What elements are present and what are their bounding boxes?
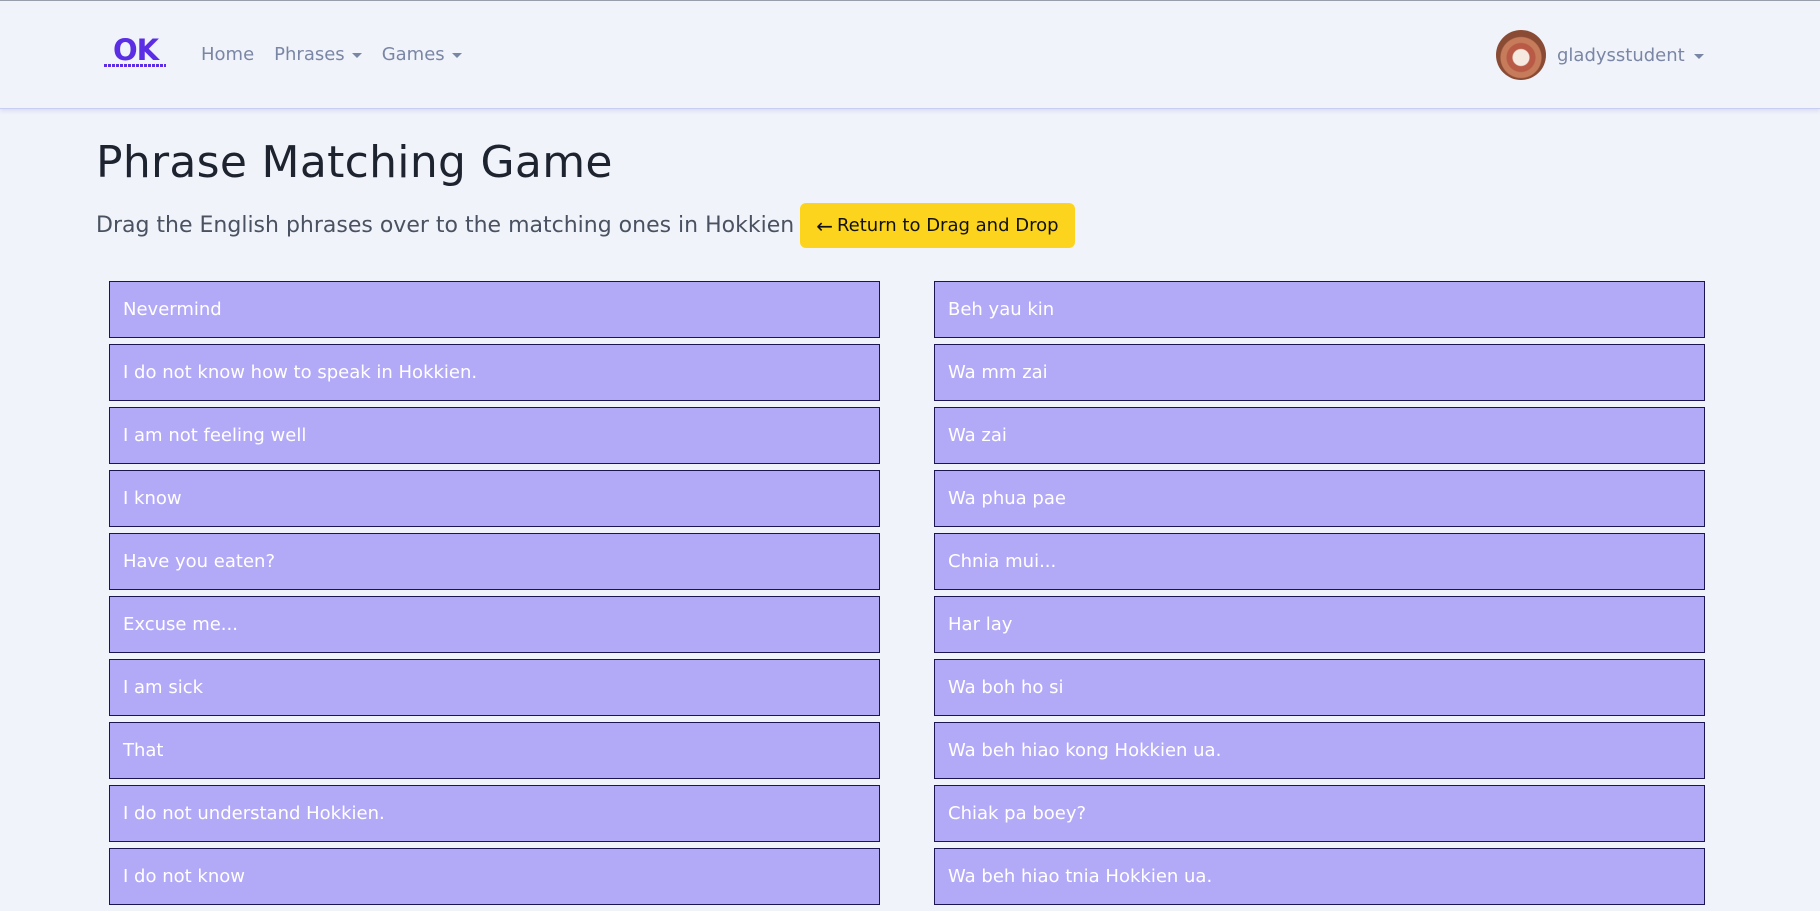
user-menu[interactable]: gladysstudent — [1496, 30, 1704, 80]
hokkien-phrase-card[interactable]: Chiak pa boey? — [934, 785, 1705, 842]
chevron-down-icon — [451, 52, 462, 58]
english-phrase-card[interactable]: I know — [109, 470, 880, 527]
phrase-text: Chnia mui... — [948, 551, 1057, 572]
username-label: gladysstudent — [1557, 44, 1685, 66]
phrase-text: Nevermind — [123, 299, 222, 320]
return-to-drag-drop-button[interactable]: ← Return to Drag and Drop — [800, 203, 1075, 248]
hokkien-phrase-card[interactable]: Wa zai — [934, 407, 1705, 464]
hokkien-phrase-card[interactable]: Wa beh hiao tnia Hokkien ua. — [934, 848, 1705, 905]
page-subtitle: Drag the English phrases over to the mat… — [96, 213, 795, 238]
chevron-down-icon — [1693, 53, 1704, 59]
logo[interactable]: OK — [104, 33, 166, 71]
hokkien-phrase-card[interactable]: Wa phua pae — [934, 470, 1705, 527]
subtitle-row: Drag the English phrases over to the mat… — [96, 203, 1075, 248]
english-phrase-card[interactable]: Have you eaten? — [109, 533, 880, 590]
nav-phrases-label: Phrases — [274, 43, 345, 65]
phrase-text: Wa zai — [948, 425, 1007, 446]
hokkien-phrase-card[interactable]: Wa boh ho si — [934, 659, 1705, 716]
logo-caption — [104, 64, 166, 67]
english-phrase-card[interactable]: I do not understand Hokkien. — [109, 785, 880, 842]
phrase-text: I know — [123, 488, 182, 509]
hokkien-phrase-card[interactable]: Har lay — [934, 596, 1705, 653]
hokkien-phrase-card[interactable]: Chnia mui... — [934, 533, 1705, 590]
english-phrase-card[interactable]: Nevermind — [109, 281, 880, 338]
nav-home-label: Home — [201, 43, 255, 65]
arrow-left-icon: ← — [816, 213, 833, 238]
hokkien-phrase-card[interactable]: Wa mm zai — [934, 344, 1705, 401]
username: gladysstudent — [1557, 45, 1704, 66]
phrase-text: That — [123, 740, 164, 761]
english-phrase-card[interactable]: Excuse me... — [109, 596, 880, 653]
page-title: Phrase Matching Game — [96, 137, 613, 188]
phrase-text: Wa beh hiao tnia Hokkien ua. — [948, 866, 1213, 887]
nav-games-label: Games — [381, 43, 445, 65]
phrase-text: Wa phua pae — [948, 488, 1066, 509]
hokkien-phrase-list: Beh yau kin Wa mm zai Wa zai Wa phua pae… — [934, 281, 1705, 911]
english-phrase-list: Nevermind I do not know how to speak in … — [109, 281, 880, 911]
phrase-text: Wa beh hiao kong Hokkien ua. — [948, 740, 1222, 761]
phrase-text: Har lay — [948, 614, 1013, 635]
chevron-down-icon — [351, 52, 362, 58]
phrase-text: I do not know — [123, 866, 245, 887]
phrase-text: I do not know how to speak in Hokkien. — [123, 362, 478, 383]
phrase-text: Beh yau kin — [948, 299, 1055, 320]
phrase-text: Have you eaten? — [123, 551, 276, 572]
logo-text: OK — [113, 33, 159, 67]
nav-home-link[interactable]: Home — [201, 39, 254, 69]
nav-games-dropdown[interactable]: Games — [382, 39, 462, 69]
phrase-text: I am sick — [123, 677, 204, 698]
phrase-text: Chiak pa boey? — [948, 803, 1087, 824]
phrase-text: Excuse me... — [123, 614, 238, 635]
navbar: OK Home Phrases Games gladysstudent — [0, 1, 1820, 109]
hokkien-phrase-card[interactable]: Wa beh hiao kong Hokkien ua. — [934, 722, 1705, 779]
english-phrase-card[interactable]: I do not know how to speak in Hokkien. — [109, 344, 880, 401]
english-phrase-card[interactable]: I do not know — [109, 848, 880, 905]
return-button-label: Return to Drag and Drop — [836, 215, 1059, 236]
english-phrase-card[interactable]: I am sick — [109, 659, 880, 716]
avatar — [1496, 30, 1546, 80]
phrase-text: I am not feeling well — [123, 425, 307, 446]
phrase-text: Wa mm zai — [948, 362, 1048, 383]
phrase-text: I do not understand Hokkien. — [123, 803, 385, 824]
english-phrase-card[interactable]: I am not feeling well — [109, 407, 880, 464]
nav-links: Home Phrases Games — [201, 39, 462, 69]
hokkien-phrase-card[interactable]: Beh yau kin — [934, 281, 1705, 338]
phrase-text: Wa boh ho si — [948, 677, 1064, 698]
nav-phrases-dropdown[interactable]: Phrases — [274, 39, 362, 69]
english-phrase-card[interactable]: That — [109, 722, 880, 779]
